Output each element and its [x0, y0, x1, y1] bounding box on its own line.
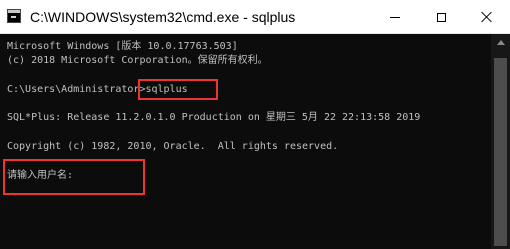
console-line: Copyright (c) 1982, 2010, Oracle. All ri… [7, 141, 339, 152]
console-output[interactable]: Microsoft Windows [版本 10.0.17763.503] (c… [0, 34, 491, 249]
sqlplus-command-highlight [138, 79, 218, 100]
console-line: (c) 2018 Microsoft Corporation。保留所有权利。 [7, 55, 268, 66]
window-title: C:\WINDOWS\system32\cmd.exe - sqlplus [30, 9, 296, 25]
minimize-icon [390, 16, 400, 18]
maximize-icon [436, 12, 446, 22]
console-line: SQL*Plus: Release 11.2.0.1.0 Production … [7, 112, 421, 123]
title-bar[interactable]: C:\WINDOWS\system32\cmd.exe - sqlplus [0, 0, 510, 34]
username-prompt-highlight [3, 159, 145, 195]
cmd-icon [7, 9, 21, 23]
vertical-scrollbar[interactable] [491, 34, 510, 249]
close-icon [481, 11, 493, 23]
close-button[interactable] [464, 0, 510, 34]
console-line: Microsoft Windows [版本 10.0.17763.503] [7, 41, 238, 52]
arrow-up-icon [496, 40, 505, 45]
maximize-button[interactable] [418, 0, 464, 34]
scrollbar-thumb[interactable] [494, 58, 507, 246]
cmd-window: C:\WINDOWS\system32\cmd.exe - sqlplus Mi… [0, 0, 510, 249]
scroll-up-button[interactable] [491, 34, 510, 51]
minimize-button[interactable] [372, 0, 418, 34]
